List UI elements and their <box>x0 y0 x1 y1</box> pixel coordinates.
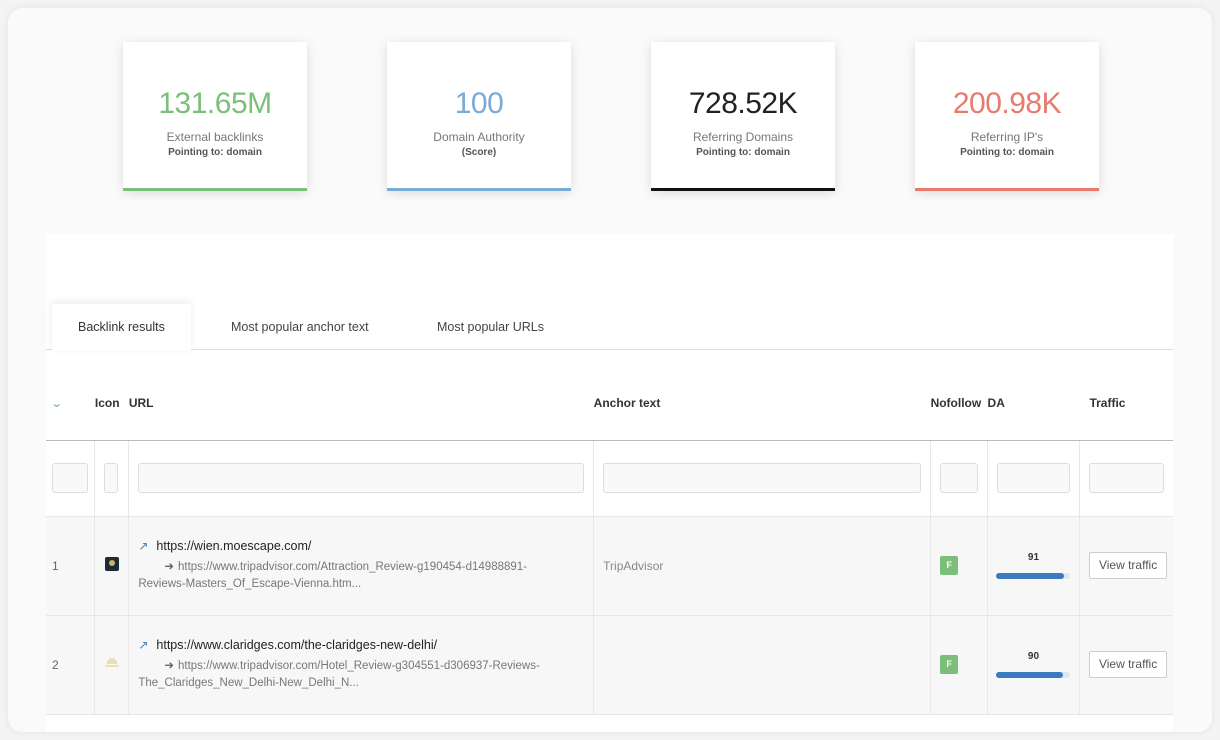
stat-accent-bar <box>651 188 835 191</box>
view-traffic-button[interactable]: View traffic <box>1088 651 1168 678</box>
stat-sub: Pointing to: domain <box>168 147 262 158</box>
row-index: 2 <box>46 615 96 715</box>
backlink-url[interactable]: https://wien.moescape.com/ <box>156 539 311 553</box>
da-bar <box>996 672 1071 678</box>
tab-popular-anchor-text[interactable]: Most popular anchor text <box>205 304 395 350</box>
table-header-row: ⌄ Icon URL Anchor text Nofollow DA Traff… <box>46 351 1173 441</box>
stat-accent-bar <box>387 188 571 191</box>
stat-sub: (Score) <box>461 147 497 158</box>
anchor-text: TripAdvisor <box>593 516 932 616</box>
filter-input-index[interactable] <box>52 463 89 493</box>
stat-card-referring-domains: 728.52K Referring Domains Pointing to: d… <box>651 42 835 191</box>
stat-label: Referring IP's <box>970 130 1044 144</box>
external-link-icon[interactable]: ↗ <box>138 539 148 553</box>
stat-value: 200.98K <box>952 87 1062 120</box>
tab-backlink-results[interactable]: Backlink results <box>52 304 191 351</box>
stat-value: 131.65M <box>158 87 272 120</box>
site-favicon-icon <box>104 557 119 571</box>
external-link-icon[interactable]: ↗ <box>138 638 148 652</box>
filter-input-nofollow[interactable] <box>940 463 979 493</box>
column-header-traffic[interactable]: Traffic <box>1079 351 1173 441</box>
column-header-icon[interactable]: Icon <box>94 351 129 441</box>
stat-label: External backlinks <box>166 130 264 144</box>
stat-value: 100 <box>454 87 504 120</box>
stat-card-referring-ips: 200.98K Referring IP's Pointing to: doma… <box>915 42 1099 191</box>
source-url[interactable]: https://www.tripadvisor.com/Hotel_Review… <box>138 660 539 689</box>
nofollow-badge: F <box>940 655 959 674</box>
stat-label: Referring Domains <box>692 130 794 144</box>
anchor-text <box>593 615 932 715</box>
filter-input-traffic[interactable] <box>1088 463 1164 493</box>
stat-accent-bar <box>123 188 307 191</box>
row-index: 1 <box>46 516 96 616</box>
stat-sub: Pointing to: domain <box>960 147 1054 158</box>
column-header-da[interactable]: DA <box>987 351 1080 441</box>
stat-value: 728.52K <box>688 87 798 120</box>
da-bar-fill <box>996 672 1064 678</box>
column-header-anchor[interactable]: Anchor text <box>593 351 931 441</box>
filter-input-url[interactable] <box>138 463 585 493</box>
backlinks-panel: Backlink results Most popular anchor tex… <box>46 234 1173 732</box>
tab-popular-urls[interactable]: Most popular URLs <box>411 304 570 350</box>
stat-card-domain-authority: 100 Domain Authority (Score) <box>387 42 571 191</box>
da-value: 90 <box>1027 651 1040 662</box>
da-bar-fill <box>996 573 1064 579</box>
column-header-nofollow[interactable]: Nofollow <box>930 351 988 441</box>
tab-bar: Backlink results Most popular anchor tex… <box>46 304 1173 351</box>
backlinks-table: ⌄ Icon URL Anchor text Nofollow DA Traff… <box>46 351 1173 715</box>
nofollow-badge: F <box>940 556 959 575</box>
arrow-right-icon: ➜ <box>164 560 174 573</box>
table-row: 1 ↗ https://wien.moescape.com/ ➜ https://w… <box>46 516 1173 616</box>
filter-row <box>46 440 1173 517</box>
stat-accent-bar <box>915 188 1099 191</box>
sort-toggle[interactable]: ⌄ <box>46 351 95 441</box>
app-frame: 131.65M External backlinks Pointing to: … <box>8 8 1212 732</box>
view-traffic-button[interactable]: View traffic <box>1088 552 1168 579</box>
site-favicon-icon <box>104 657 119 669</box>
backlink-url[interactable]: https://www.claridges.com/the-claridges-… <box>156 638 437 652</box>
da-value: 91 <box>1027 552 1040 563</box>
da-bar <box>996 573 1071 579</box>
column-header-url[interactable]: URL <box>128 351 594 441</box>
filter-input-da[interactable] <box>997 463 1070 493</box>
stat-label: Domain Authority <box>433 130 525 144</box>
source-url[interactable]: https://www.tripadvisor.com/Attraction_R… <box>138 561 527 590</box>
arrow-right-icon: ➜ <box>164 659 174 672</box>
filter-input-icon[interactable] <box>104 463 119 493</box>
stat-sub: Pointing to: domain <box>696 147 790 158</box>
filter-input-anchor[interactable] <box>603 463 922 493</box>
chevron-down-icon[interactable]: ⌄ <box>51 397 63 410</box>
stat-card-external-backlinks: 131.65M External backlinks Pointing to: … <box>123 42 307 191</box>
table-row: 2 ↗ https://www.claridges.com/the-claridg… <box>46 615 1173 715</box>
